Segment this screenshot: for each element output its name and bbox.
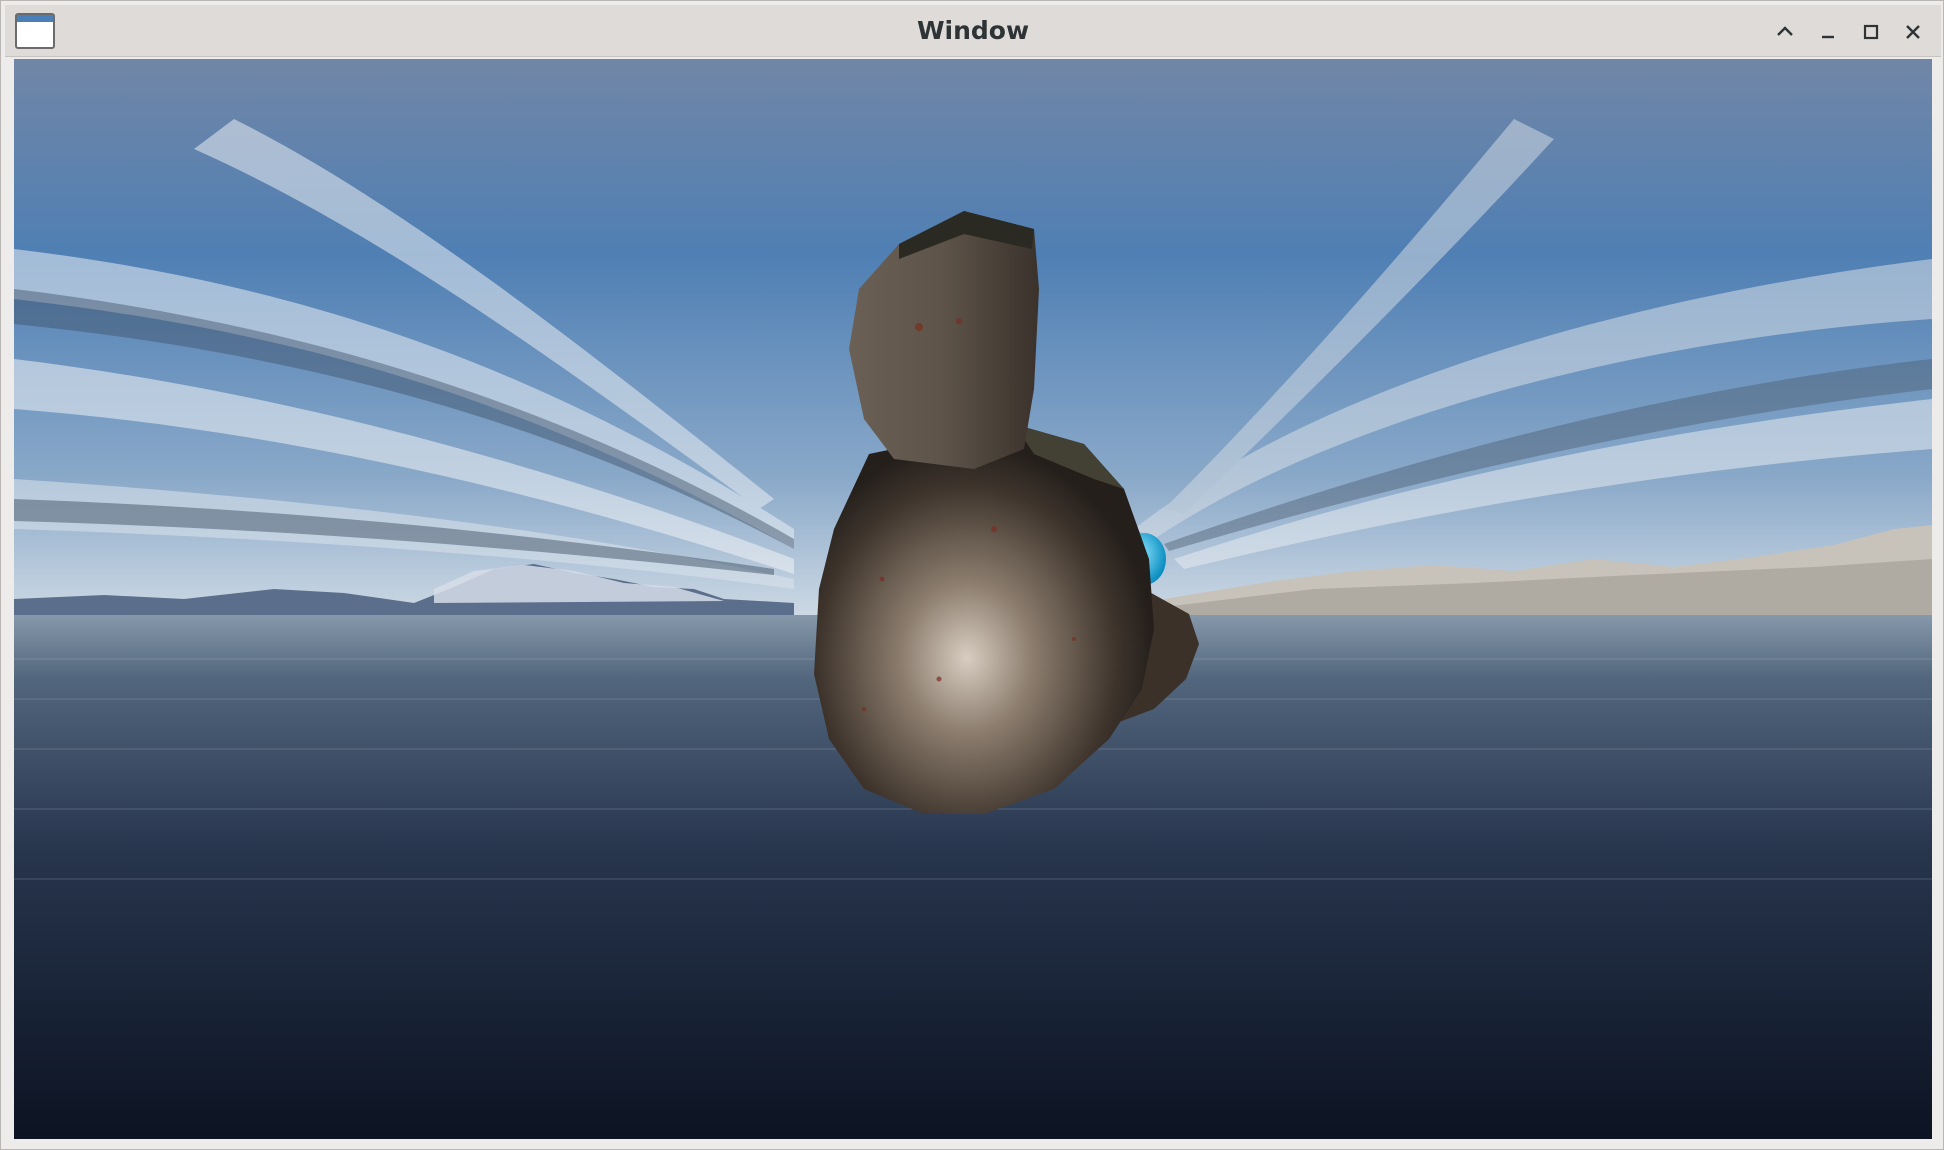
close-icon — [1906, 25, 1920, 39]
window-title: Window — [916, 16, 1030, 45]
title-bar[interactable]: Window — [5, 5, 1941, 57]
chevron-up-icon — [1777, 26, 1793, 36]
close-button[interactable] — [1896, 15, 1930, 49]
render-viewport[interactable] — [14, 59, 1932, 1139]
maximize-button[interactable] — [1854, 15, 1888, 49]
3d-scene — [14, 59, 1932, 1139]
window-app-icon[interactable] — [15, 13, 55, 49]
application-window: Window — [0, 0, 1944, 1150]
minimize-button[interactable] — [1811, 15, 1845, 49]
shade-button[interactable] — [1768, 15, 1802, 49]
maximize-icon — [1863, 24, 1879, 40]
minimize-icon — [1822, 35, 1834, 39]
